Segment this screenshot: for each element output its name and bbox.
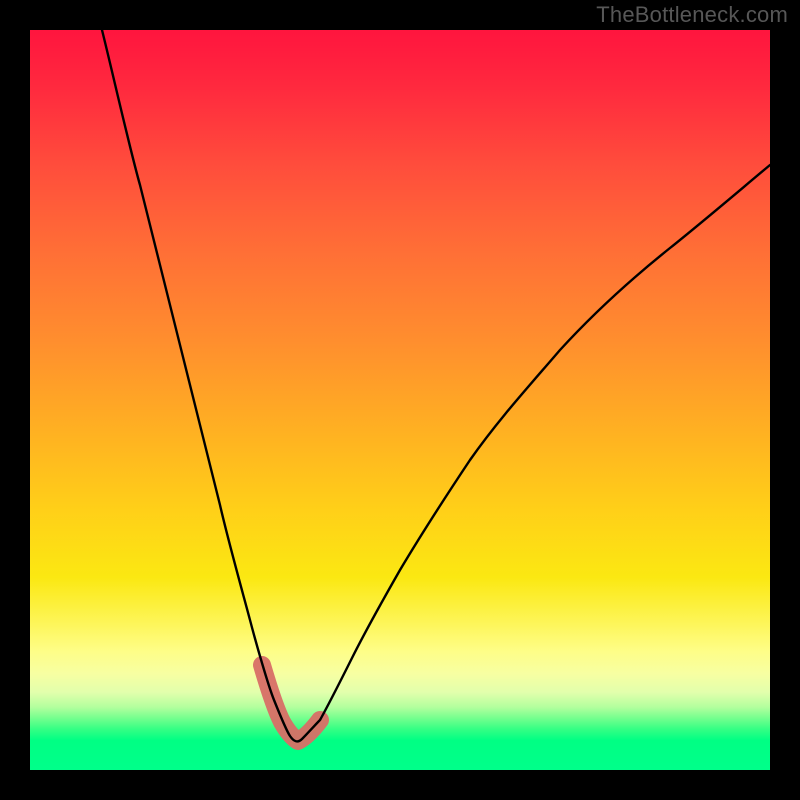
chart-canvas: TheBottleneck.com: [0, 0, 800, 800]
plot-area: [30, 30, 770, 770]
curve-svg: [30, 30, 770, 770]
watermark-text: TheBottleneck.com: [596, 2, 788, 28]
bottleneck-curve: [102, 30, 770, 741]
